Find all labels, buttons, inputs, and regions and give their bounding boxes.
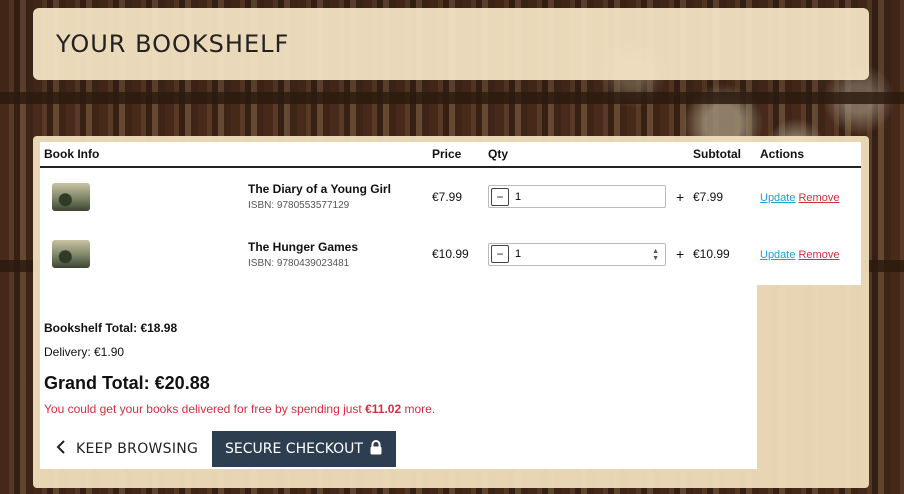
spinner-arrows-icon[interactable]: ▲ ▼ bbox=[652, 248, 659, 262]
book-info-cell: The Diary of a Young Girl ISBN: 97805535… bbox=[40, 167, 428, 225]
quantity-input[interactable] bbox=[515, 190, 635, 203]
keep-browsing-label: KEEP BROWSING bbox=[76, 441, 199, 457]
order-summary: Bookshelf Total: €18.98 Delivery: €1.90 … bbox=[44, 321, 435, 416]
page-title: YOUR BOOKSHELF bbox=[56, 30, 290, 58]
subtotal-cell: €7.99 bbox=[693, 189, 724, 204]
cart-table: Book Info Price Qty Subtotal Actions The… bbox=[40, 142, 861, 283]
update-link[interactable]: Update bbox=[760, 192, 795, 204]
header-panel: YOUR BOOKSHELF bbox=[33, 8, 869, 80]
keep-browsing-button[interactable]: KEEP BROWSING bbox=[56, 432, 198, 466]
bookshelf-total: Bookshelf Total: €18.98 bbox=[44, 321, 178, 335]
quantity-input[interactable] bbox=[515, 248, 635, 260]
column-header-qty: Qty bbox=[484, 142, 689, 168]
quantity-stepper: − bbox=[488, 185, 666, 208]
free-delivery-amount: €11.02 bbox=[365, 402, 402, 416]
increase-quantity-button[interactable]: + bbox=[676, 189, 684, 205]
column-header-subtotal: Subtotal bbox=[689, 142, 756, 168]
delivery-cost: Delivery: €1.90 bbox=[44, 345, 125, 359]
book-info-cell: The Hunger Games ISBN: 9780439023481 bbox=[40, 225, 428, 283]
column-header-book-info: Book Info bbox=[40, 142, 428, 168]
book-cover-thumbnail bbox=[52, 182, 90, 211]
qty-cell: − + bbox=[484, 167, 689, 225]
secure-checkout-button[interactable]: SECURE CHECKOUT bbox=[212, 431, 396, 467]
quantity-stepper: − ▲▼ bbox=[488, 242, 666, 266]
book-cover-thumbnail bbox=[52, 240, 90, 268]
free-delivery-text: You could get your books delivered for f… bbox=[44, 402, 366, 416]
secure-checkout-label: SECURE CHECKOUT bbox=[225, 441, 363, 457]
price-cell: €7.99 bbox=[432, 189, 463, 204]
book-details: The Diary of a Young Girl ISBN: 97805535… bbox=[248, 182, 391, 211]
decrease-quantity-button[interactable]: − bbox=[491, 245, 509, 263]
book-isbn: ISBN: 9780553577129 bbox=[248, 200, 350, 211]
subtotal-cell: €10.99 bbox=[693, 247, 730, 261]
decrease-quantity-button[interactable]: − bbox=[491, 187, 509, 206]
price-cell: €10.99 bbox=[432, 247, 469, 261]
table-header-row: Book Info Price Qty Subtotal Actions bbox=[40, 142, 861, 168]
actions-cell: Update Remove bbox=[756, 167, 861, 225]
book-details: The Hunger Games ISBN: 9780439023481 bbox=[248, 240, 358, 269]
qty-cell: − ▲▼ + bbox=[484, 225, 689, 283]
grand-total: Grand Total: €20.88 bbox=[44, 373, 210, 393]
table-row: The Diary of a Young Girl ISBN: 97805535… bbox=[40, 167, 861, 225]
chevron-left-icon bbox=[56, 440, 66, 458]
lock-icon bbox=[369, 439, 383, 459]
book-title: The Diary of a Young Girl bbox=[248, 182, 391, 196]
free-delivery-note: You could get your books delivered for f… bbox=[44, 402, 435, 416]
book-isbn: ISBN: 9780439023481 bbox=[248, 257, 350, 269]
update-link[interactable]: Update bbox=[760, 249, 795, 261]
actions-cell: Update Remove bbox=[756, 225, 861, 283]
remove-link[interactable]: Remove bbox=[798, 249, 839, 261]
book-title: The Hunger Games bbox=[248, 239, 359, 254]
column-header-price: Price bbox=[428, 142, 484, 168]
increase-quantity-button[interactable]: + bbox=[676, 246, 684, 262]
table-row: The Hunger Games ISBN: 9780439023481 €10… bbox=[40, 225, 861, 283]
free-delivery-suffix: more. bbox=[401, 402, 436, 416]
column-header-actions: Actions bbox=[756, 142, 861, 168]
remove-link[interactable]: Remove bbox=[798, 192, 839, 204]
